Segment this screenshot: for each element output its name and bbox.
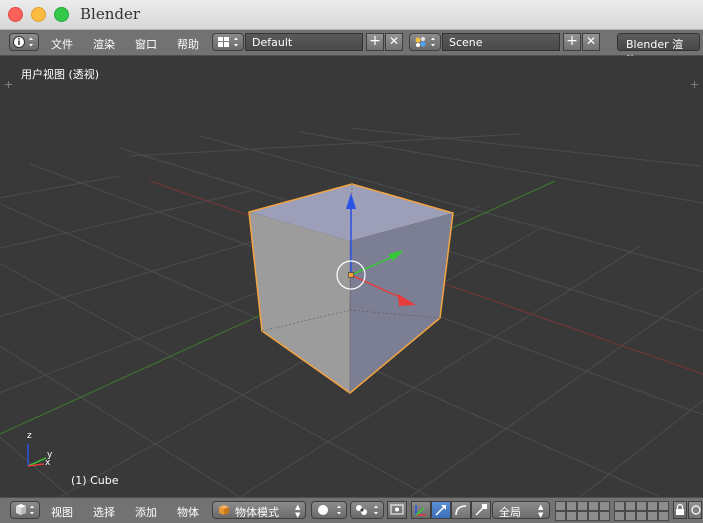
layer-button[interactable] (636, 511, 647, 521)
menu-render[interactable]: 渲染 (93, 36, 115, 52)
layer-button[interactable] (636, 501, 647, 511)
layer-button[interactable] (555, 511, 566, 521)
scene-dropdown[interactable] (409, 33, 441, 51)
interaction-mode-label: 物体模式 (235, 506, 279, 519)
window-title: Blender (80, 5, 141, 23)
menu-help[interactable]: 帮助 (177, 36, 199, 52)
add-screen-layout-button[interactable]: + (366, 33, 384, 51)
title-bar: Blender (0, 0, 703, 30)
layer-button[interactable] (614, 511, 625, 521)
layer-button[interactable] (588, 501, 599, 511)
menu-select[interactable]: 选择 (93, 504, 115, 520)
transform-orientation-label: 全局 (499, 506, 521, 519)
zoom-window-button[interactable] (54, 7, 69, 22)
3d-view-icon (16, 504, 34, 515)
layer-button[interactable] (599, 511, 610, 521)
translate-arrow-icon (435, 505, 446, 516)
solid-shading-icon (318, 505, 341, 515)
layer-button[interactable] (625, 501, 636, 511)
rotate-arc-icon (455, 505, 467, 516)
viewport-scene (0, 127, 703, 497)
close-window-button[interactable] (8, 7, 23, 22)
axis-orientation-widget (27, 444, 47, 467)
view-label: 用户视图 (透视) (21, 68, 100, 81)
info-header: 文件 渲染 窗口 帮助 Default + ✕ Scene + ✕ Blende… (0, 30, 703, 67)
layer-button[interactable] (647, 501, 658, 511)
menu-view[interactable]: 视图 (51, 504, 73, 520)
layer-button[interactable] (588, 511, 599, 521)
info-icon (13, 36, 33, 48)
scale-manipulator-button[interactable] (471, 501, 491, 519)
layer-button[interactable] (614, 501, 625, 511)
minimize-window-button[interactable] (31, 7, 46, 22)
scale-icon (475, 504, 487, 516)
menu-add[interactable]: 添加 (135, 504, 157, 520)
plus-icon: + (369, 33, 381, 49)
pivot-point-dropdown[interactable] (350, 501, 384, 519)
editor-type-dropdown-3d[interactable] (10, 501, 40, 519)
3d-view-header: 视图 选择 添加 物体 物体模式 ▲ ▼ 全局 ▲ ▼ (0, 497, 703, 523)
active-object-label: (1) Cube (71, 474, 119, 487)
delete-scene-button[interactable]: ✕ (582, 33, 600, 51)
object-mode-icon (219, 505, 229, 515)
layer-button[interactable] (577, 511, 588, 521)
close-icon: ✕ (585, 34, 597, 48)
screen-layout-name-field[interactable]: Default (245, 33, 363, 51)
layer-button[interactable] (658, 501, 669, 511)
axis-label-z: z (27, 431, 32, 441)
layer-button[interactable] (577, 501, 588, 511)
layer-button[interactable] (658, 511, 669, 521)
add-scene-button[interactable]: + (563, 33, 581, 51)
3d-viewport[interactable]: 用户视图 (透视) z y x (1) Cube + + (0, 56, 703, 497)
manipulator-toggle[interactable] (411, 501, 431, 519)
manipulator-icon (415, 505, 426, 516)
screen-layout-dropdown[interactable] (212, 33, 244, 51)
plus-icon: + (566, 33, 578, 49)
editor-type-dropdown[interactable] (9, 33, 39, 51)
scene-icon (415, 37, 435, 47)
rotate-manipulator-button[interactable] (451, 501, 471, 519)
pivot-centers-toggle[interactable] (387, 501, 407, 519)
lock-layers-button[interactable] (673, 501, 687, 519)
lock-icon (676, 503, 684, 515)
layer-button[interactable] (566, 501, 577, 511)
menu-object[interactable]: 物体 (177, 504, 199, 520)
pivot-point-icon (356, 505, 378, 515)
dropdown-arrows-icon: ▲ ▼ (295, 503, 301, 519)
expand-properties-icon[interactable]: + (690, 78, 699, 91)
menu-window[interactable]: 窗口 (135, 36, 157, 52)
dropdown-arrows-icon: ▲ ▼ (538, 503, 544, 519)
transform-orientation-dropdown[interactable]: 全局 ▲ ▼ (492, 501, 550, 519)
delete-screen-layout-button[interactable]: ✕ (385, 33, 403, 51)
layer-button[interactable] (599, 501, 610, 511)
viewport-shading-dropdown[interactable] (311, 501, 347, 519)
interaction-mode-dropdown[interactable]: 物体模式 ▲ ▼ (212, 501, 306, 519)
layer-button[interactable] (566, 511, 577, 521)
translate-manipulator-button[interactable] (431, 501, 451, 519)
scene-name-field[interactable]: Scene (442, 33, 560, 51)
snap-button[interactable] (688, 501, 702, 519)
axis-label-x: x (45, 458, 51, 468)
menu-file[interactable]: 文件 (51, 36, 73, 52)
expand-toolshelf-icon[interactable]: + (4, 78, 13, 91)
pivot-centers-icon (390, 504, 404, 515)
layer-button[interactable] (647, 511, 658, 521)
blender-window: Blender 文件 渲染 窗口 帮助 Default + ✕ Scene + … (0, 0, 703, 523)
layer-button[interactable] (625, 511, 636, 521)
layer-button[interactable] (555, 501, 566, 511)
snap-magnet-icon (691, 505, 701, 515)
screen-layout-icon (218, 37, 238, 47)
render-engine-dropdown[interactable]: Blender 渲染 (617, 33, 700, 67)
close-icon: ✕ (388, 34, 400, 48)
